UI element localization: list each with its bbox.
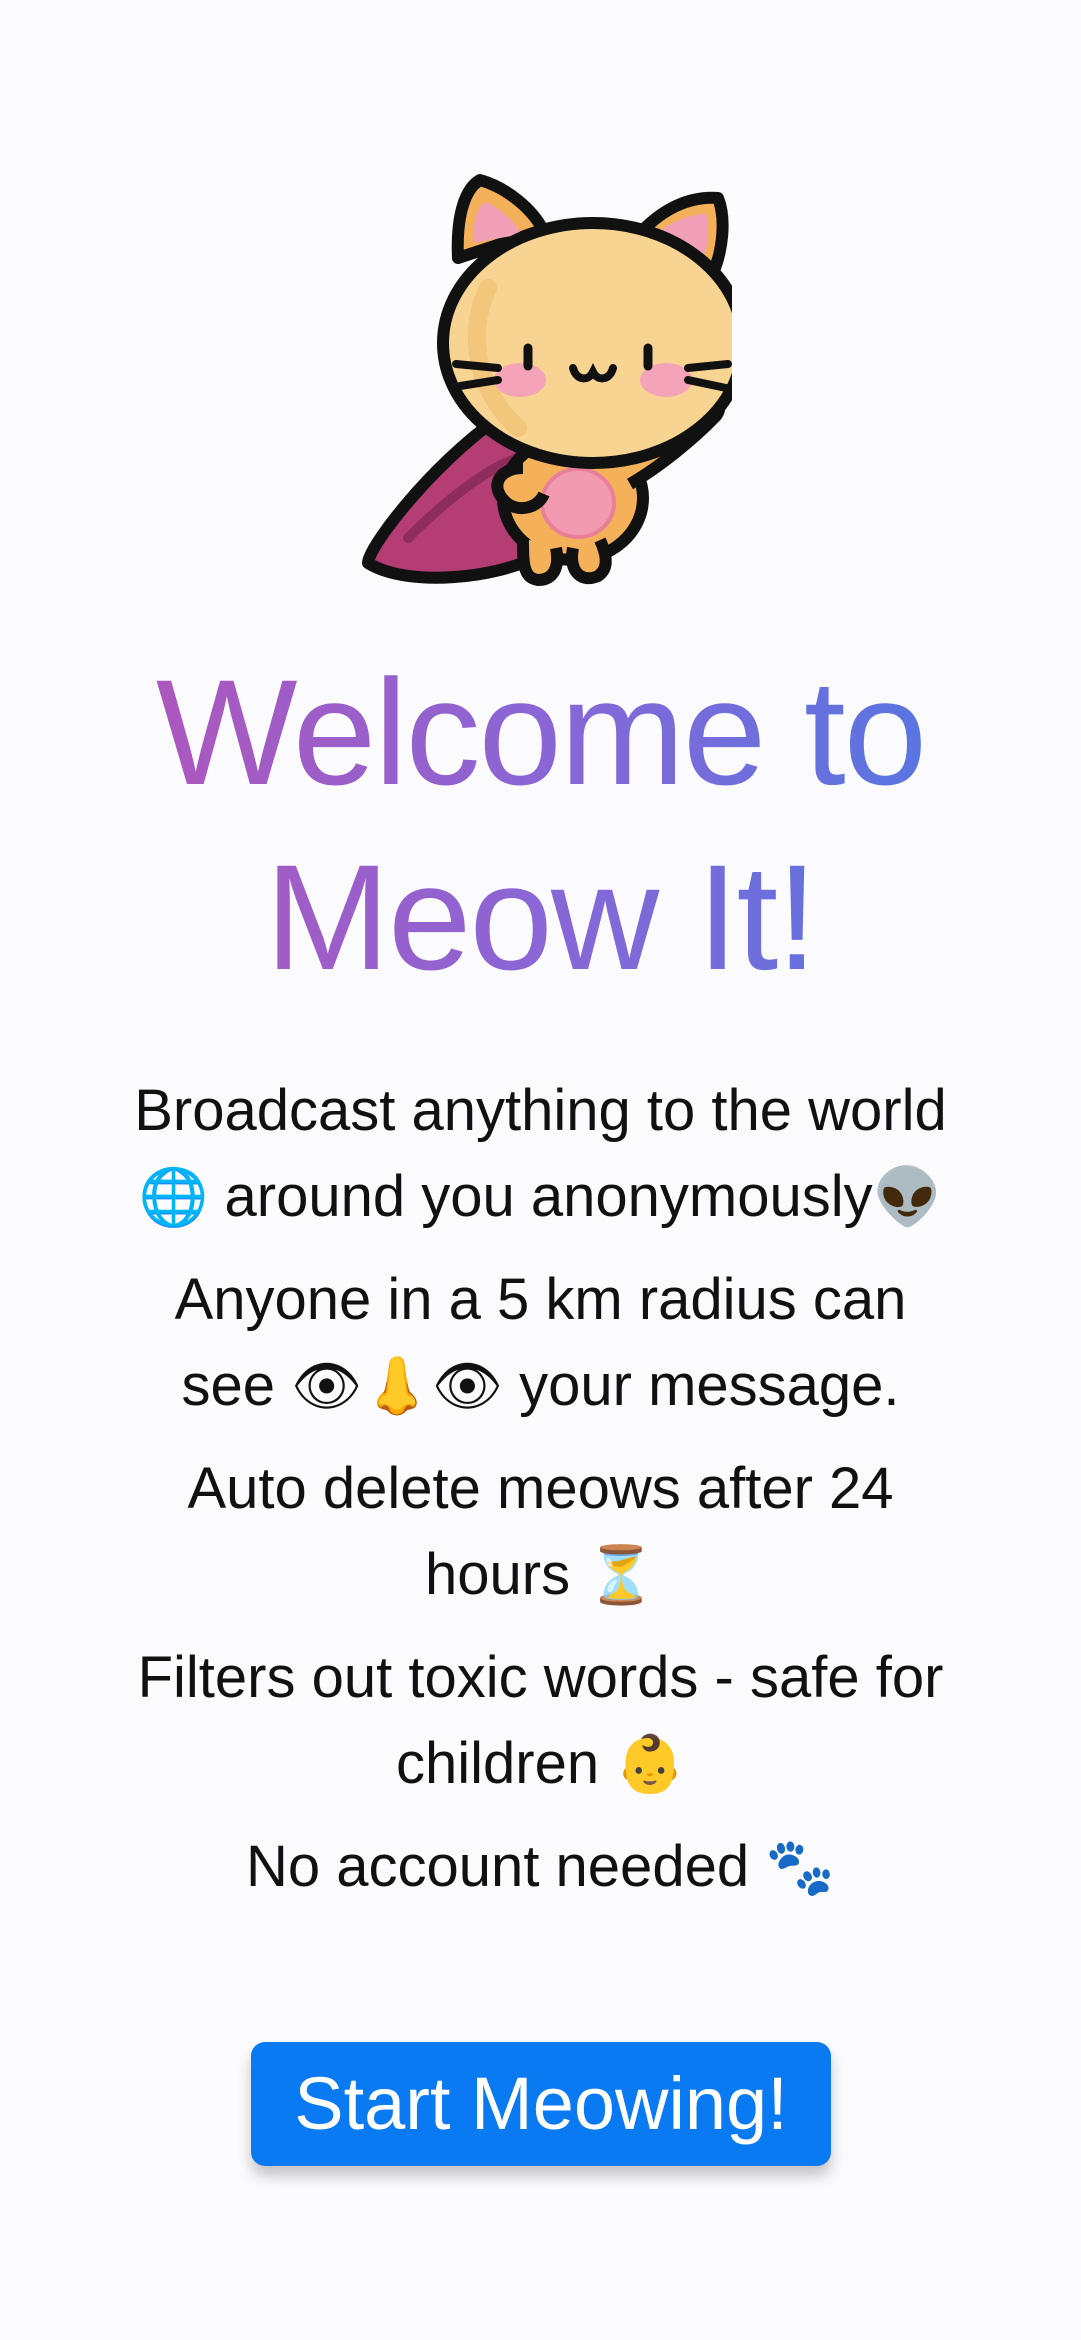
paw-prints-icon: 🐾 [765,1835,835,1900]
welcome-title-line-2: Meow It! [265,833,816,1001]
feature-no-account-text: No account needed [246,1834,750,1899]
feature-no-account: No account needed 🐾 [120,1824,961,1911]
baby-icon: 👶 [615,1732,685,1797]
alien-icon: 👽 [872,1165,943,1230]
feature-broadcast-text-after: around you anonymously [224,1164,873,1229]
globe-icon: 🌐 [138,1165,209,1230]
welcome-title: Welcome to Meow It! [60,640,1021,1010]
feature-radius-text-after: your message. [519,1353,900,1418]
welcome-screen: Welcome to Meow It! Broadcast anything t… [0,0,1081,2340]
feature-broadcast: Broadcast anything to the world 🌐 around… [120,1068,961,1241]
feature-auto-delete-text: Auto delete meows after 24 hours [187,1456,894,1607]
welcome-title-line-1: Welcome to [155,648,926,816]
hourglass-icon: ⏳ [586,1543,656,1608]
eyes-nose-icon: 👁👃👁 [291,1354,504,1419]
feature-radius: Anyone in a 5 km radius can see 👁👃👁 your… [120,1257,961,1430]
feature-filter: Filters out toxic words - safe for child… [120,1635,961,1808]
feature-list: Broadcast anything to the world 🌐 around… [120,1068,961,1927]
feature-filter-text: Filters out toxic words - safe for child… [137,1645,944,1796]
feature-broadcast-text: Broadcast anything to the world [134,1078,947,1143]
feature-auto-delete: Auto delete meows after 24 hours ⏳ [120,1446,961,1619]
superhero-cat-icon [362,174,732,586]
start-meowing-button[interactable]: Start Meowing! [251,2042,831,2166]
